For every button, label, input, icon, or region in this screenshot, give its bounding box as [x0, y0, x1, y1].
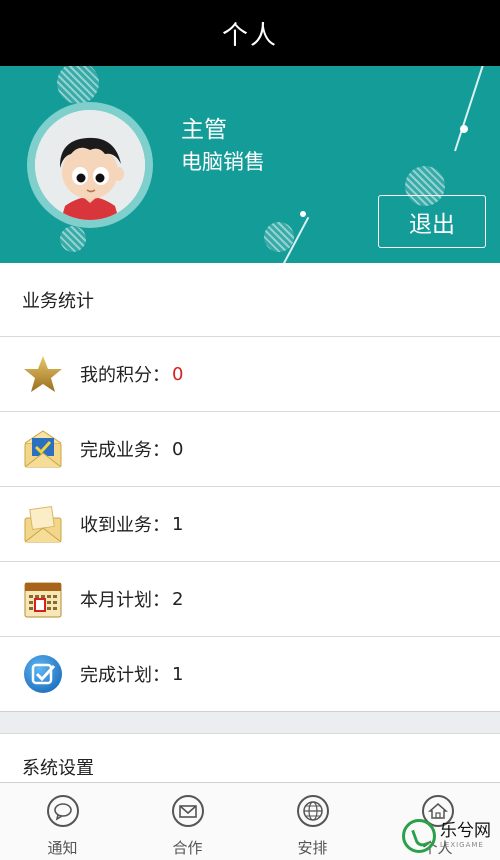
list-item-received-business[interactable]: 收到业务： 1 [0, 487, 500, 562]
cartoon-boy-avatar-icon [35, 110, 145, 220]
completed-business-label: 完成业务： [80, 440, 170, 461]
tab-label: 安排 [297, 839, 328, 857]
list-item-points[interactable]: 我的积分： 0 [0, 337, 500, 412]
points-value: 0 [172, 363, 184, 385]
completed-plan-value: 1 [172, 663, 184, 685]
watermark-text: 乐兮网 [440, 821, 491, 841]
decor-bubble [264, 222, 294, 252]
leaf-logo-icon [402, 819, 436, 853]
received-business-label: 收到业务： [80, 515, 170, 536]
system-settings-section[interactable]: 系统设置 [0, 734, 500, 782]
completed-business-value: 0 [172, 438, 184, 460]
monthly-plan-value: 2 [172, 588, 184, 610]
decor-bubble [60, 226, 86, 252]
watermark-logo: 乐兮网 LEXIGAME [402, 812, 500, 860]
profile-banner: 主管 电脑销售 退出 [0, 66, 500, 263]
list-item-monthly-plan[interactable]: 本月计划： 2 [0, 562, 500, 637]
tab-label: 通知 [47, 839, 78, 857]
received-business-value: 1 [172, 513, 184, 535]
section-title: 业务统计 [0, 263, 500, 337]
monthly-plan-label: 本月计划： [80, 590, 170, 611]
user-name: 主管 [181, 117, 227, 143]
checkbox-icon [22, 653, 64, 695]
points-label: 我的积分： [80, 365, 170, 386]
logout-button[interactable]: 退出 [378, 195, 486, 248]
mail-icon [171, 795, 204, 827]
decor-line [454, 66, 484, 152]
star-icon [22, 353, 64, 395]
chat-bubble-icon [46, 795, 79, 827]
calendar-icon [22, 578, 64, 620]
watermark-subtext: LEXIGAME [440, 841, 484, 849]
open-envelope-icon [22, 503, 64, 545]
globe-icon [296, 795, 329, 827]
tab-notifications[interactable]: 通知 [0, 783, 125, 860]
completed-plan-label: 完成计划： [80, 665, 170, 686]
user-department: 电脑销售 [181, 150, 265, 174]
page-title: 个人 [221, 20, 278, 51]
decor-dot [300, 211, 306, 217]
decor-bubble [57, 66, 99, 104]
section-title: 系统设置 [22, 758, 94, 779]
business-stats-section: 业务统计 我的积分： 0 完成业务： 0 收到业务： 1 本月计划： 2 完成计… [0, 263, 500, 712]
envelope-check-icon [22, 428, 64, 470]
list-item-completed-plan[interactable]: 完成计划： 1 [0, 637, 500, 712]
tab-cooperation[interactable]: 合作 [125, 783, 250, 860]
section-divider [0, 712, 500, 734]
avatar[interactable] [27, 102, 153, 228]
top-bar: 个人 [0, 0, 500, 66]
tab-arrangement[interactable]: 安排 [250, 783, 375, 860]
list-item-completed-business[interactable]: 完成业务： 0 [0, 412, 500, 487]
tab-label: 合作 [172, 839, 203, 857]
decor-dot [460, 125, 468, 133]
